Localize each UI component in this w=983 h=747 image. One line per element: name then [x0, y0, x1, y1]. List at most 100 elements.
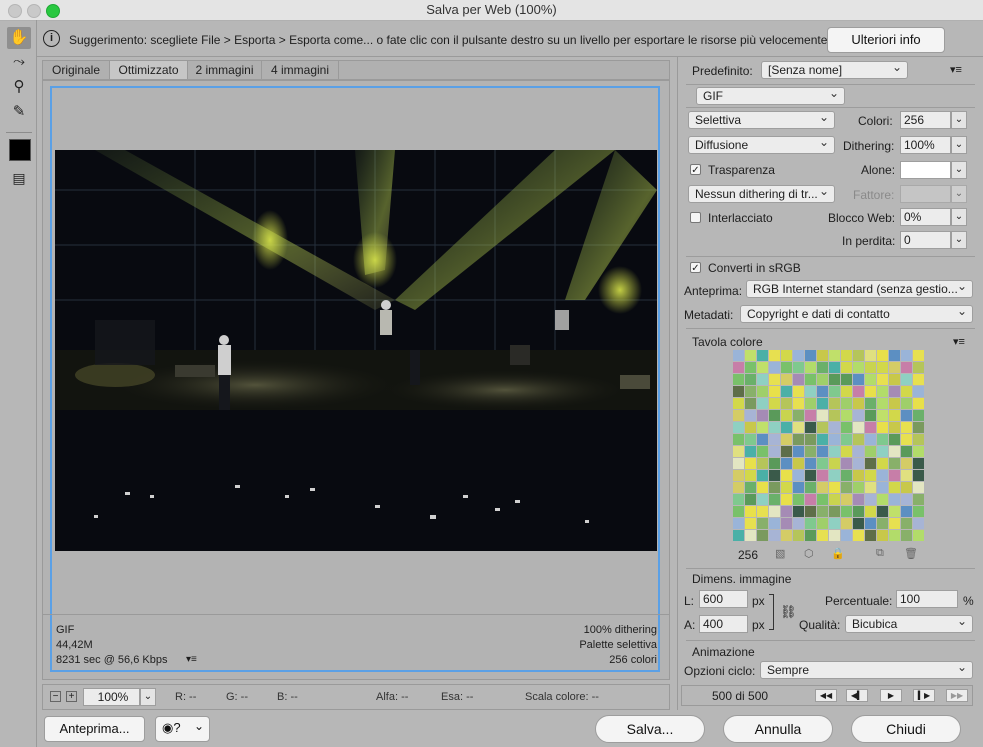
- link-proportions-icon[interactable]: ⛓: [780, 604, 797, 620]
- color-swatch[interactable]: [757, 470, 768, 481]
- color-swatch[interactable]: [913, 434, 924, 445]
- colors-combo[interactable]: 256 ⌄: [900, 111, 967, 129]
- color-swatch[interactable]: [817, 518, 828, 529]
- tab-4-immagini[interactable]: 4 immagini: [262, 61, 339, 79]
- color-swatch[interactable]: [793, 458, 804, 469]
- more-info-button[interactable]: Ulteriori info: [827, 27, 945, 53]
- color-swatch[interactable]: [805, 506, 816, 517]
- trash-icon[interactable]: 🗑: [904, 547, 918, 560]
- color-swatch[interactable]: [769, 434, 780, 445]
- color-swatch[interactable]: [889, 362, 900, 373]
- color-table-menu-icon[interactable]: ▾≡: [953, 335, 965, 348]
- color-swatch[interactable]: [841, 506, 852, 517]
- color-swatch[interactable]: [901, 422, 912, 433]
- color-swatch[interactable]: [733, 362, 744, 373]
- color-swatch[interactable]: [745, 422, 756, 433]
- eyedropper-color-swatch[interactable]: [9, 139, 31, 161]
- color-swatch[interactable]: [841, 434, 852, 445]
- color-swatch[interactable]: [745, 470, 756, 481]
- color-swatch[interactable]: [817, 446, 828, 457]
- color-swatch[interactable]: [841, 386, 852, 397]
- color-swatch[interactable]: [733, 470, 744, 481]
- color-swatch[interactable]: [745, 434, 756, 445]
- color-swatch[interactable]: [889, 506, 900, 517]
- color-swatch[interactable]: [733, 482, 744, 493]
- color-swatch[interactable]: [781, 458, 792, 469]
- tab-2-immagini[interactable]: 2 immagini: [188, 61, 262, 79]
- color-swatch[interactable]: [865, 446, 876, 457]
- color-swatch[interactable]: [793, 530, 804, 541]
- color-swatch[interactable]: [769, 482, 780, 493]
- toggle-slices-icon[interactable]: ▤: [7, 167, 31, 189]
- color-swatch[interactable]: [793, 350, 804, 361]
- color-swatch[interactable]: [877, 374, 888, 385]
- color-swatch[interactable]: [757, 422, 768, 433]
- preview-in-browser-button[interactable]: Anteprima...: [44, 716, 145, 742]
- color-swatch[interactable]: [745, 362, 756, 373]
- color-swatch[interactable]: [889, 446, 900, 457]
- color-swatch[interactable]: [901, 506, 912, 517]
- color-swatch[interactable]: [865, 422, 876, 433]
- color-swatch[interactable]: [901, 494, 912, 505]
- color-swatch[interactable]: [829, 422, 840, 433]
- color-swatch[interactable]: [757, 518, 768, 529]
- color-swatch[interactable]: [853, 386, 864, 397]
- color-swatch[interactable]: [733, 422, 744, 433]
- color-swatch[interactable]: [865, 374, 876, 385]
- color-swatch[interactable]: [817, 398, 828, 409]
- color-swatch[interactable]: [889, 386, 900, 397]
- color-swatch[interactable]: [781, 482, 792, 493]
- color-swatch[interactable]: [901, 470, 912, 481]
- web-snap-combo[interactable]: 0% ⌄: [900, 208, 967, 226]
- color-swatch[interactable]: [841, 470, 852, 481]
- color-swatch[interactable]: [913, 422, 924, 433]
- color-swatch[interactable]: [877, 386, 888, 397]
- color-swatch[interactable]: [781, 518, 792, 529]
- color-swatch[interactable]: [865, 398, 876, 409]
- color-swatch[interactable]: [889, 434, 900, 445]
- color-swatch[interactable]: [817, 494, 828, 505]
- color-swatch[interactable]: [829, 374, 840, 385]
- color-swatch[interactable]: [829, 482, 840, 493]
- color-swatch[interactable]: [793, 410, 804, 421]
- color-swatch[interactable]: [829, 506, 840, 517]
- color-swatch[interactable]: [793, 386, 804, 397]
- quality-select[interactable]: Bicubica: [845, 615, 973, 633]
- color-swatch[interactable]: [901, 374, 912, 385]
- color-swatch[interactable]: [901, 434, 912, 445]
- color-swatch[interactable]: [829, 410, 840, 421]
- color-swatch[interactable]: [877, 458, 888, 469]
- web-shift-icon[interactable]: ▧: [775, 547, 785, 560]
- play-button[interactable]: ▶: [880, 689, 902, 702]
- zoom-window-button[interactable]: [46, 4, 60, 18]
- color-swatch[interactable]: [745, 458, 756, 469]
- color-swatch[interactable]: [817, 362, 828, 373]
- dither-algorithm-select[interactable]: Diffusione: [688, 136, 835, 154]
- color-swatch[interactable]: [817, 434, 828, 445]
- color-swatch[interactable]: [913, 530, 924, 541]
- color-swatch[interactable]: [769, 350, 780, 361]
- color-swatch[interactable]: [877, 506, 888, 517]
- color-swatch[interactable]: [901, 386, 912, 397]
- zoom-in-button[interactable]: +: [66, 691, 77, 702]
- color-swatch[interactable]: [793, 398, 804, 409]
- color-swatch[interactable]: [745, 374, 756, 385]
- color-swatch[interactable]: [877, 518, 888, 529]
- minimize-window-button[interactable]: [27, 4, 41, 18]
- color-swatch[interactable]: [745, 446, 756, 457]
- color-swatch[interactable]: [901, 350, 912, 361]
- color-swatch[interactable]: [805, 434, 816, 445]
- hand-tool-icon[interactable]: ✋: [7, 27, 31, 49]
- color-swatch[interactable]: [853, 422, 864, 433]
- transparency-checkbox[interactable]: ✓: [690, 164, 701, 176]
- color-swatch[interactable]: [793, 362, 804, 373]
- color-swatch[interactable]: [733, 374, 744, 385]
- color-swatch[interactable]: [757, 434, 768, 445]
- optimize-menu-icon[interactable]: ▾≡: [950, 63, 962, 76]
- color-swatch[interactable]: [769, 422, 780, 433]
- color-swatch[interactable]: [901, 482, 912, 493]
- color-swatch[interactable]: [793, 482, 804, 493]
- color-swatch[interactable]: [805, 422, 816, 433]
- color-swatch[interactable]: [769, 494, 780, 505]
- color-swatch[interactable]: [841, 398, 852, 409]
